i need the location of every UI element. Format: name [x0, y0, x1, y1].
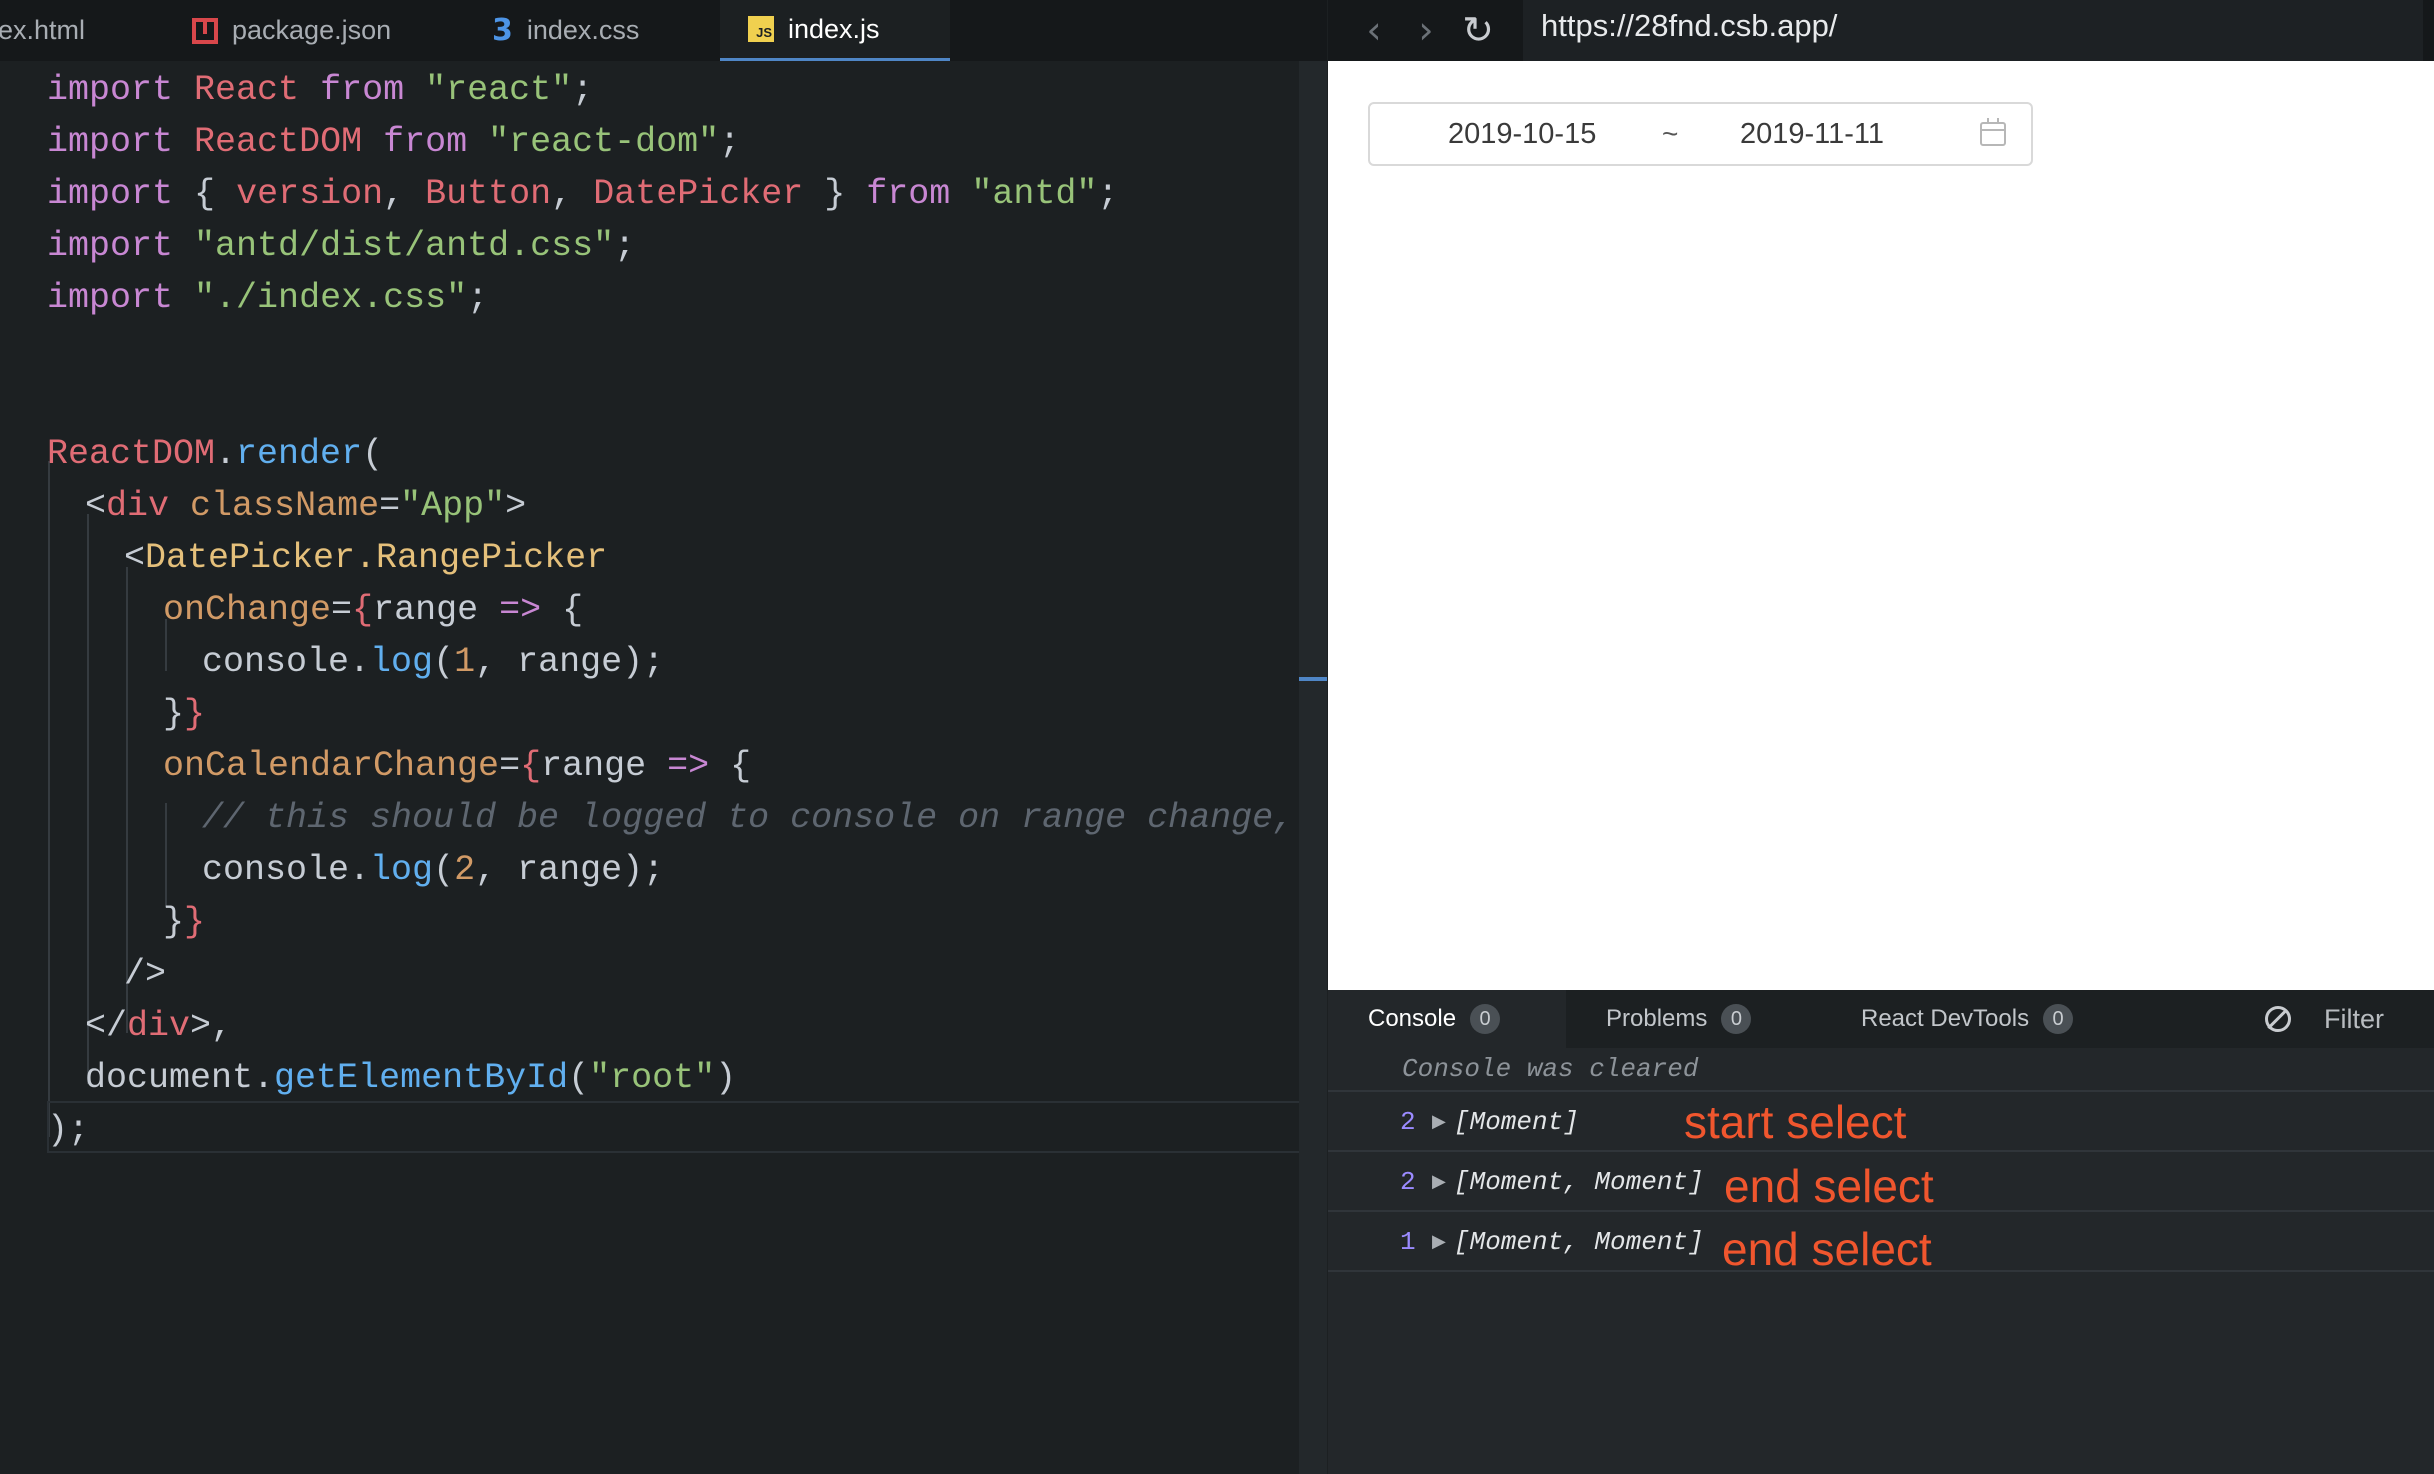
code-line-14-comment: // this should be logged to console on r… — [202, 798, 1327, 838]
tab-label: Problems — [1606, 1005, 1708, 1032]
filter-input[interactable]: Filter — [2324, 990, 2384, 1048]
css-file-icon: 3 — [492, 13, 513, 48]
log-count: 2 — [1400, 1107, 1416, 1137]
tab-index-css[interactable]: 3 index.css — [492, 0, 639, 61]
tab-label: lex.html — [0, 15, 86, 45]
count-badge: 0 — [1470, 1004, 1501, 1034]
back-button[interactable]: ‹ — [1352, 8, 1396, 52]
count-badge: 0 — [2043, 1004, 2074, 1034]
range-start-date[interactable]: 2019-10-15 — [1448, 104, 1596, 164]
reload-icon: ↻ — [1462, 8, 1494, 52]
code-line-8: <div className="App"> — [85, 486, 527, 526]
code-line-3: import { version, Button, DatePicker } f… — [47, 174, 1119, 214]
tab-index-html[interactable]: lex.html — [0, 0, 85, 61]
indent-guide — [165, 803, 167, 907]
tab-label: Console — [1368, 1005, 1457, 1032]
clear-console-icon[interactable] — [2265, 1006, 2291, 1032]
reload-button[interactable]: ↻ — [1456, 8, 1500, 52]
console-panel: Console 0 Problems 0 React DevTools 0 Fi… — [1328, 990, 2434, 1474]
tab-label: package.json — [232, 15, 392, 45]
console-tab-bar: Console 0 Problems 0 React DevTools 0 Fi… — [1328, 990, 2434, 1048]
annotation-label: start select — [1684, 1096, 1907, 1148]
editor-tab-bar: lex.html package.json 3 index.css JS ind… — [0, 0, 1327, 61]
console-cleared-row: Console was cleared — [1328, 1048, 2434, 1092]
code-line-11: console.log(1, range); — [202, 642, 665, 682]
code-line-19: document.getElementById("root") — [85, 1058, 737, 1098]
tab-label: index.js — [788, 13, 880, 44]
count-badge: 0 — [1721, 1004, 1752, 1034]
calendar-icon[interactable] — [1980, 118, 2006, 146]
code-line-1: import React from "react"; — [47, 70, 594, 110]
current-line-highlight — [47, 1101, 1327, 1153]
browser-toolbar: ‹ › ↻ https://28fnd.csb.app/ — [1328, 0, 2434, 61]
log-row[interactable]: 2 ▶ [Moment, Moment] end select — [1328, 1152, 2434, 1212]
code-line-17: /> — [124, 954, 167, 994]
js-file-icon: JS — [748, 16, 774, 42]
code-line-13: onCalendarChange={range => { — [163, 746, 752, 786]
forward-button[interactable]: › — [1404, 8, 1448, 52]
indent-guide — [48, 461, 50, 1137]
annotation-label: end select — [1722, 1223, 1932, 1275]
code-editor[interactable]: lex.html package.json 3 index.css JS ind… — [0, 0, 1327, 1474]
tab-label: React DevTools — [1861, 1005, 2030, 1032]
preview-browser: ‹ › ↻ https://28fnd.csb.app/ 2019-10-15 … — [1328, 0, 2434, 990]
tab-label: index.css — [526, 15, 640, 45]
log-row[interactable]: 1 ▶ [Moment, Moment] end select — [1328, 1212, 2434, 1275]
code-line-7: ReactDOM.render( — [47, 434, 384, 474]
code-line-10: onChange={range => { — [163, 590, 584, 630]
log-count: 2 — [1400, 1167, 1416, 1197]
chevron-right-icon: › — [1418, 8, 1434, 52]
log-value: [Moment, Moment] — [1454, 1227, 1704, 1257]
code-line-18: </div>, — [85, 1006, 233, 1046]
log-count: 1 — [1400, 1227, 1416, 1257]
tab-console[interactable]: Console 0 — [1328, 990, 1566, 1048]
address-bar[interactable]: https://28fnd.csb.app/ — [1523, 0, 2423, 61]
range-separator: ~ — [1662, 118, 1679, 149]
chevron-left-icon: ‹ — [1366, 8, 1382, 52]
date-range-picker[interactable]: 2019-10-15 ~ 2019-11-11 — [1368, 102, 2033, 166]
log-value: [Moment] — [1454, 1107, 1579, 1137]
code-line-15: console.log(2, range); — [202, 850, 665, 890]
tab-package-json[interactable]: package.json — [192, 0, 391, 61]
expand-arrow-icon[interactable]: ▶ — [1432, 1231, 1446, 1252]
code-line-16: }} — [163, 902, 206, 942]
tab-react-devtools[interactable]: React DevTools 0 — [1861, 990, 2074, 1048]
log-row[interactable]: 2 ▶ [Moment] start select — [1328, 1092, 2434, 1152]
tab-problems[interactable]: Problems 0 — [1606, 990, 1752, 1048]
annotation-label: end select — [1724, 1160, 1934, 1212]
cleared-message: Console was cleared — [1402, 1054, 1699, 1084]
code-line-2: import ReactDOM from "react-dom"; — [47, 122, 741, 162]
code-line-5: import "./index.css"; — [47, 278, 489, 318]
tab-index-js[interactable]: JS index.js — [720, 0, 950, 61]
scrollbar-marker — [1299, 677, 1327, 681]
expand-arrow-icon[interactable]: ▶ — [1432, 1171, 1446, 1192]
log-value: [Moment, Moment] — [1454, 1167, 1704, 1197]
editor-scrollbar[interactable] — [1299, 61, 1327, 1474]
indent-guide — [87, 514, 89, 1084]
code-line-4: import "antd/dist/antd.css"; — [47, 226, 636, 266]
range-end-date[interactable]: 2019-11-11 — [1740, 104, 1884, 164]
expand-arrow-icon[interactable]: ▶ — [1432, 1111, 1446, 1132]
code-line-9: <DatePicker.RangePicker — [124, 538, 608, 578]
json-file-icon — [192, 17, 218, 44]
code-line-12: }} — [163, 694, 206, 734]
